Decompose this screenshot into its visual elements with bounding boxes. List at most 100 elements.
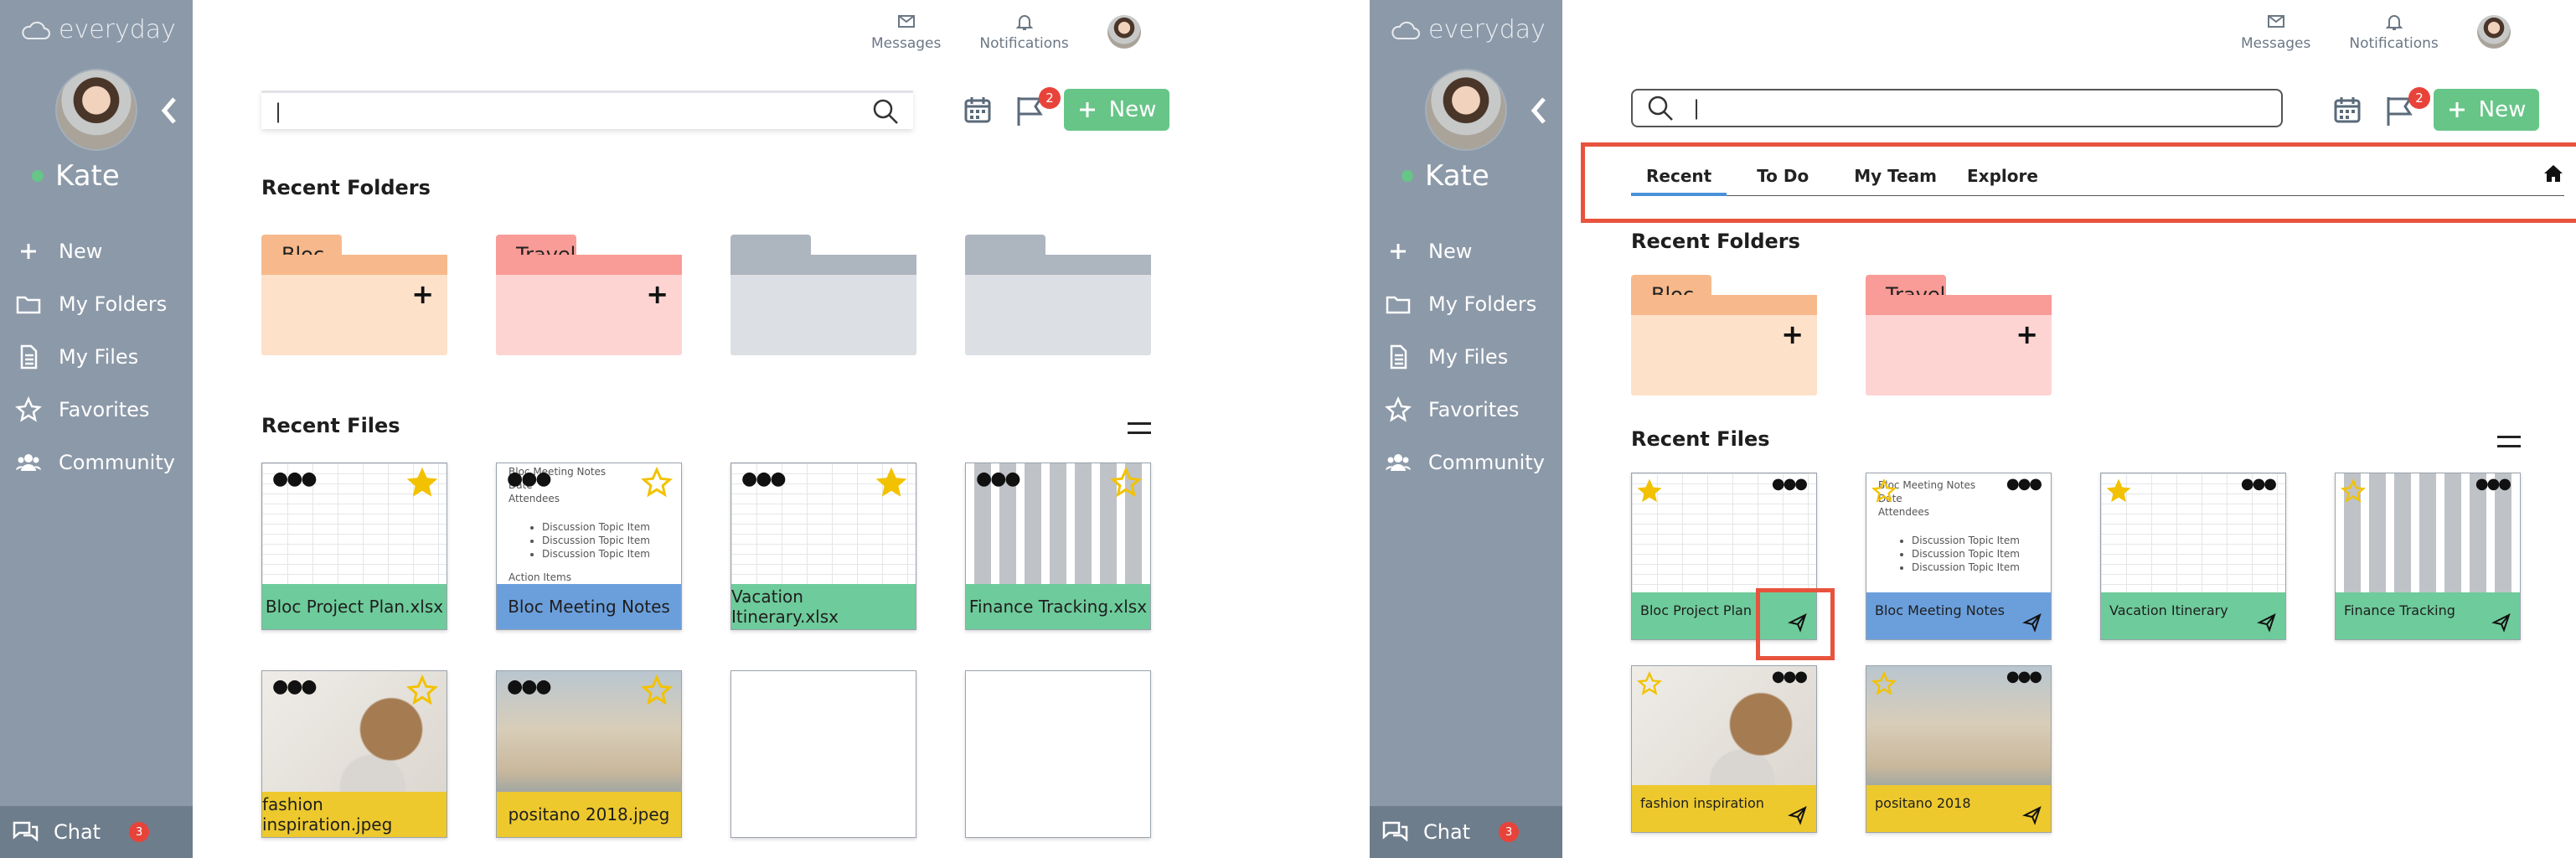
folder-body-top bbox=[1631, 295, 1817, 315]
folder-empty[interactable] bbox=[965, 235, 1151, 355]
star-icon[interactable] bbox=[875, 467, 907, 499]
doc-title: Bloc Meeting Notes bbox=[1878, 479, 1976, 491]
messages-button[interactable]: Messages bbox=[871, 12, 941, 52]
list-view-icon[interactable] bbox=[2497, 436, 2521, 447]
more-options-icon[interactable]: ●●● bbox=[741, 468, 787, 489]
new-button[interactable]: New bbox=[1064, 89, 1169, 131]
new-button[interactable]: New bbox=[2434, 89, 2539, 131]
sidebar-item-my-files[interactable]: My Files bbox=[1370, 330, 1562, 383]
user-name: Kate bbox=[55, 159, 120, 193]
search-icon bbox=[1648, 96, 1673, 121]
file-name: Vacation Itinerary.xlsx bbox=[731, 584, 916, 629]
search-input[interactable]: | bbox=[261, 90, 913, 129]
chat-button[interactable]: Chat 3 bbox=[1370, 806, 1562, 858]
more-options-icon[interactable]: ●●● bbox=[2241, 475, 2277, 493]
star-icon[interactable] bbox=[1871, 671, 1897, 696]
star-icon[interactable] bbox=[1637, 478, 1662, 504]
file-card[interactable]: ●●● Finance Tracking bbox=[2335, 473, 2521, 640]
more-options-icon[interactable]: ●●● bbox=[2006, 475, 2042, 493]
folder-bloc[interactable]: Bloc + bbox=[261, 235, 447, 355]
profile-avatar[interactable] bbox=[1107, 15, 1141, 49]
star-icon[interactable] bbox=[1110, 467, 1142, 499]
chevron-left-icon[interactable] bbox=[156, 94, 181, 127]
chevron-left-icon[interactable] bbox=[1525, 94, 1551, 127]
folder-bloc[interactable]: Bloc + bbox=[1631, 275, 1817, 395]
file-card[interactable]: Bloc Meeting Notes Date Attendees Discus… bbox=[1866, 473, 2052, 640]
chat-count-badge: 3 bbox=[129, 822, 150, 842]
more-options-icon[interactable]: ●●● bbox=[1772, 668, 1808, 685]
list-view-icon[interactable] bbox=[1128, 422, 1151, 434]
send-icon[interactable] bbox=[2022, 805, 2042, 825]
add-to-folder-button[interactable]: + bbox=[411, 278, 434, 310]
folder-empty[interactable] bbox=[730, 235, 916, 355]
star-icon[interactable] bbox=[406, 467, 438, 499]
flag-button[interactable]: 2 bbox=[2383, 87, 2430, 127]
star-icon bbox=[1385, 395, 1412, 422]
star-icon[interactable] bbox=[2341, 478, 2366, 504]
file-card[interactable]: ●●● positano 2018 bbox=[1866, 665, 2052, 833]
flag-button[interactable]: 2 bbox=[1014, 87, 1061, 127]
sidebar-item-label: Favorites bbox=[59, 397, 150, 421]
file-card[interactable]: ●●● fashion inspiration.jpeg bbox=[261, 670, 447, 838]
user-avatar[interactable] bbox=[55, 69, 137, 151]
file-card[interactable]: Bloc Meeting Notes Date Attendees Discus… bbox=[496, 463, 682, 630]
chat-button[interactable]: Chat 3 bbox=[0, 806, 193, 858]
folder-travel[interactable]: Travel + bbox=[1866, 275, 2052, 395]
more-options-icon[interactable]: ●●● bbox=[2006, 668, 2042, 685]
send-icon[interactable] bbox=[2491, 612, 2511, 633]
empty-file-slot[interactable] bbox=[730, 670, 916, 838]
file-card[interactable]: ●●● fashion inspiration bbox=[1631, 665, 1817, 833]
user-avatar[interactable] bbox=[1425, 69, 1507, 151]
file-card[interactable]: ●●● Bloc Project Plan.xlsx bbox=[261, 463, 447, 630]
more-options-icon[interactable]: ●●● bbox=[272, 468, 317, 489]
send-icon[interactable] bbox=[1788, 805, 1808, 825]
empty-file-slot[interactable] bbox=[965, 670, 1151, 838]
file-name: Bloc Project Plan.xlsx bbox=[262, 584, 447, 629]
file-card[interactable]: ●●● Finance Tracking.xlsx bbox=[965, 463, 1151, 630]
file-card[interactable]: ●●● Vacation Itinerary.xlsx bbox=[730, 463, 916, 630]
add-to-folder-button[interactable]: + bbox=[2016, 318, 2038, 350]
calendar-icon[interactable] bbox=[2333, 96, 2362, 124]
envelope-icon bbox=[897, 15, 915, 28]
cloud-icon bbox=[1391, 21, 1420, 39]
send-icon[interactable] bbox=[2022, 612, 2042, 633]
more-options-icon[interactable]: ●●● bbox=[976, 468, 1021, 489]
plus-icon bbox=[2449, 102, 2465, 117]
star-icon[interactable] bbox=[641, 467, 673, 499]
profile-avatar[interactable] bbox=[2476, 15, 2511, 49]
sidebar-item-community[interactable]: Community bbox=[1370, 436, 1562, 488]
add-to-folder-button[interactable]: + bbox=[1781, 318, 1804, 350]
star-icon[interactable] bbox=[1637, 671, 1662, 696]
more-options-icon[interactable]: ●●● bbox=[2475, 475, 2511, 493]
sidebar-item-favorites[interactable]: Favorites bbox=[0, 383, 193, 436]
messages-button[interactable]: Messages bbox=[2241, 12, 2310, 52]
sidebar-item-my-files[interactable]: My Files bbox=[0, 330, 193, 383]
sidebar-item-community[interactable]: Community bbox=[0, 436, 193, 488]
sidebar-item-my-folders[interactable]: My Folders bbox=[0, 277, 193, 330]
more-options-icon[interactable]: ●●● bbox=[507, 676, 552, 697]
search-input[interactable]: | bbox=[1631, 89, 2283, 127]
sidebar-item-new[interactable]: New bbox=[1370, 225, 1562, 277]
folder-travel[interactable]: Travel + bbox=[496, 235, 682, 355]
notifications-button[interactable]: Notifications bbox=[2349, 12, 2439, 52]
star-icon[interactable] bbox=[406, 675, 438, 706]
sidebar-item-new[interactable]: New bbox=[0, 225, 193, 277]
messages-label: Messages bbox=[871, 35, 942, 52]
calendar-icon[interactable] bbox=[963, 96, 992, 124]
star-icon[interactable] bbox=[1871, 478, 1897, 504]
sidebar-item-my-folders[interactable]: My Folders bbox=[1370, 277, 1562, 330]
more-options-icon[interactable]: ●●● bbox=[272, 676, 317, 697]
send-icon[interactable] bbox=[2257, 612, 2277, 633]
cloud-icon bbox=[22, 21, 50, 39]
sidebar-item-favorites[interactable]: Favorites bbox=[1370, 383, 1562, 436]
folder-body-top bbox=[261, 255, 447, 275]
notifications-button[interactable]: Notifications bbox=[979, 12, 1069, 52]
more-options-icon[interactable]: ●●● bbox=[1772, 475, 1808, 493]
sidebar-item-label: My Folders bbox=[59, 292, 168, 316]
file-card[interactable]: ●●● positano 2018.jpeg bbox=[496, 670, 682, 838]
file-card[interactable]: ●●● Vacation Itinerary bbox=[2100, 473, 2286, 640]
star-icon[interactable] bbox=[2106, 478, 2131, 504]
star-icon[interactable] bbox=[641, 675, 673, 706]
add-to-folder-button[interactable]: + bbox=[646, 278, 669, 310]
more-options-icon[interactable]: ●●● bbox=[507, 468, 552, 489]
